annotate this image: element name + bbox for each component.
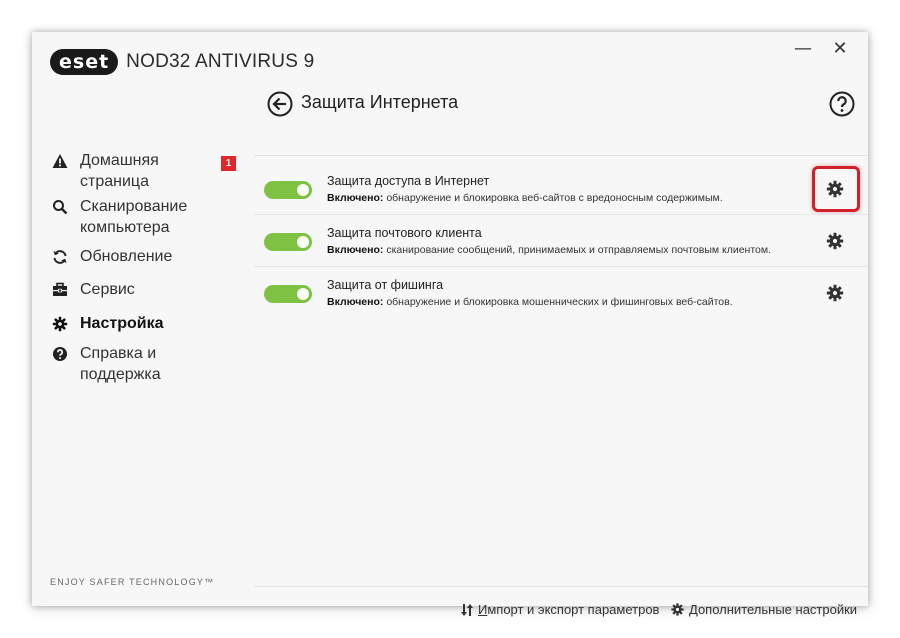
feature-title[interactable]: Защита почтового клиента xyxy=(327,226,482,240)
settings-button-phishing[interactable] xyxy=(825,283,845,303)
feature-title[interactable]: Защита от фишинга xyxy=(327,278,443,292)
help-button[interactable] xyxy=(829,91,855,117)
sidebar-item-scan[interactable]: Сканирование компьютера xyxy=(32,196,254,238)
search-icon xyxy=(32,196,80,218)
gear-icon xyxy=(826,180,844,198)
question-icon xyxy=(829,91,855,117)
toggle-web-access[interactable] xyxy=(264,181,312,199)
accel-key: Д xyxy=(689,602,698,617)
gear-icon xyxy=(32,313,80,335)
sidebar-item-label: Сканирование компьютера xyxy=(80,198,188,236)
feature-description: Включено: обнаружение и блокировка мошен… xyxy=(327,296,733,308)
help-icon xyxy=(32,343,80,365)
logo-badge: eset xyxy=(50,49,119,75)
toggle-knob xyxy=(297,184,309,196)
sidebar-item-label: Сервис xyxy=(80,281,135,298)
sidebar-item-label: Домашняя страница xyxy=(80,152,159,190)
sidebar-item-label: Настройка xyxy=(80,315,164,332)
tagline: ENJOY SAFER TECHNOLOGY™ xyxy=(50,577,215,587)
sidebar-item-tools[interactable]: Сервис xyxy=(32,279,254,301)
status-label: Включено: xyxy=(327,296,384,308)
toggle-email[interactable] xyxy=(264,233,312,251)
toggle-phishing[interactable] xyxy=(264,285,312,303)
toolbox-icon xyxy=(32,279,80,301)
sidebar-item-label: Обновление xyxy=(80,248,173,265)
status-label: Включено: xyxy=(327,192,384,204)
status-label: Включено: xyxy=(327,244,384,256)
gear-icon xyxy=(826,232,844,250)
settings-button-web-access[interactable] xyxy=(825,179,845,199)
sidebar-item-setup[interactable]: Настройка xyxy=(32,313,254,335)
notification-badge: 1 xyxy=(221,156,236,171)
feature-row-phishing: Защита от фишинга Включено: обнаружение … xyxy=(254,267,868,319)
import-export-label: Импорт и экспорт параметров xyxy=(478,602,659,617)
toggle-knob xyxy=(297,288,309,300)
feature-description: Включено: сканирование сообщений, приним… xyxy=(327,244,771,256)
gear-icon xyxy=(826,284,844,302)
back-button[interactable] xyxy=(267,91,293,117)
footer: Импорт и экспорт параметров Дополнительн… xyxy=(254,602,868,622)
eset-logo: eset NOD32 ANTIVIRUS 9 xyxy=(50,49,314,75)
title-bar: eset NOD32 ANTIVIRUS 9 — ✕ xyxy=(32,32,868,88)
header-divider xyxy=(254,155,868,156)
sidebar-item-label: Справка и поддержка xyxy=(80,345,161,383)
product-name: NOD32 ANTIVIRUS 9 xyxy=(126,51,315,72)
import-export-link[interactable]: Импорт и экспорт параметров xyxy=(460,602,659,617)
close-button[interactable]: ✕ xyxy=(825,38,855,60)
footer-divider xyxy=(254,586,868,587)
feature-row-email: Защита почтового клиента Включено: скани… xyxy=(254,215,868,267)
import-export-icon xyxy=(461,603,473,616)
sidebar-item-update[interactable]: Обновление xyxy=(32,246,254,268)
minimize-button[interactable]: — xyxy=(788,38,818,60)
description-text: обнаружение и блокировка мошеннических и… xyxy=(383,296,733,308)
sidebar-item-help[interactable]: Справка и поддержка xyxy=(32,343,254,385)
settings-button-email[interactable] xyxy=(825,231,845,251)
accel-key: И xyxy=(478,602,488,617)
advanced-settings-text: ополнительные настройки xyxy=(697,602,858,617)
warning-icon xyxy=(32,150,80,172)
sidebar-item-home[interactable]: Домашняя страница 1 xyxy=(32,150,254,192)
advanced-settings-label: Дополнительные настройки xyxy=(689,602,857,617)
back-arrow-icon xyxy=(267,91,293,117)
gear-icon xyxy=(671,603,684,616)
import-export-text: мпорт и экспорт параметров xyxy=(487,602,660,617)
feature-description: Включено: обнаружение и блокировка веб-с… xyxy=(327,192,723,204)
description-text: сканирование сообщений, принимаемых и от… xyxy=(383,244,772,256)
main-header: Защита Интернета xyxy=(254,88,868,124)
main-panel: Защита Интернета Защита доступа в Интерн… xyxy=(254,88,868,617)
app-window: eset NOD32 ANTIVIRUS 9 — ✕ Домашняя стра… xyxy=(32,32,868,617)
page-title: Защита Интернета xyxy=(301,92,459,112)
sidebar: Домашняя страница 1 Сканирование компьют… xyxy=(32,88,254,606)
description-text: обнаружение и блокировка веб-сайтов с вр… xyxy=(383,192,723,204)
feature-row-web-access: Защита доступа в Интернет Включено: обна… xyxy=(254,163,868,215)
refresh-icon xyxy=(32,246,80,268)
feature-title[interactable]: Защита доступа в Интернет xyxy=(327,174,489,188)
toggle-knob xyxy=(297,236,309,248)
advanced-settings-link[interactable]: Дополнительные настройки xyxy=(670,602,857,617)
